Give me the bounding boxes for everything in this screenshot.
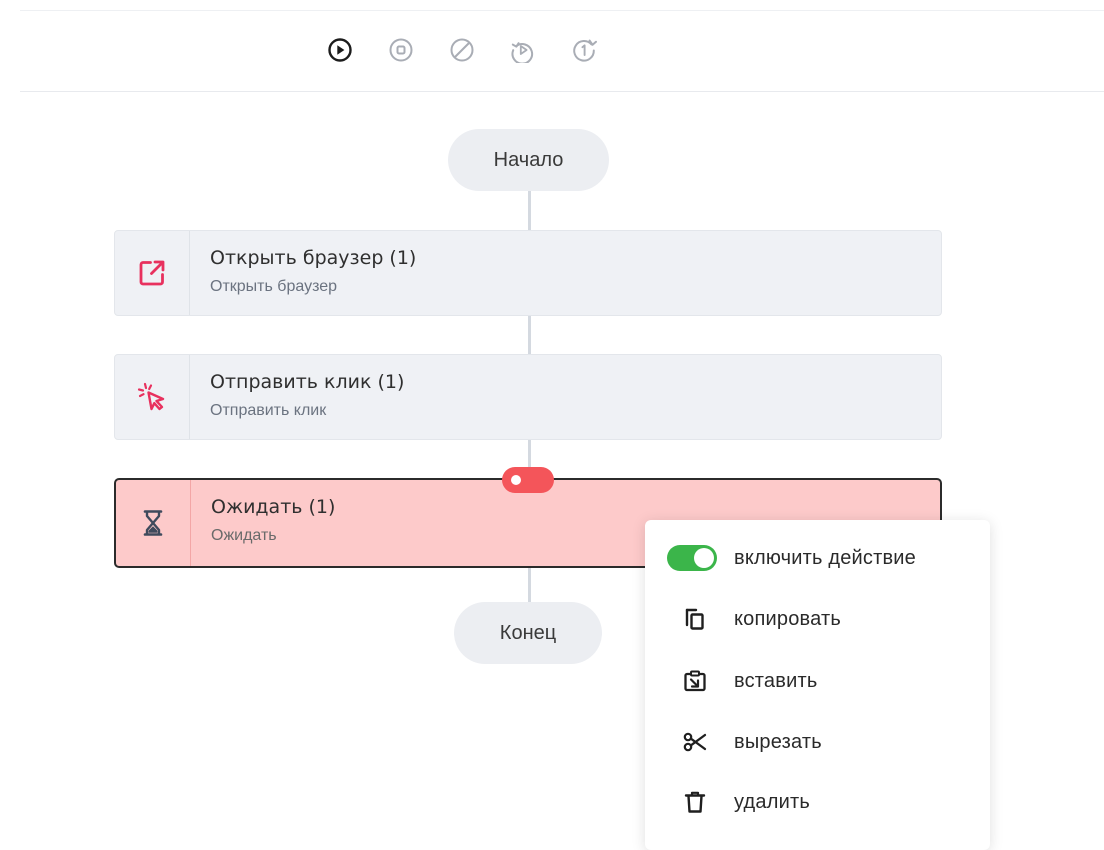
context-menu: включить действие копировать вставить вы… xyxy=(645,520,990,850)
menu-item-enable-action[interactable]: включить действие xyxy=(645,533,990,583)
action-node-send-click[interactable]: Отправить клик (1) Отправить клик xyxy=(114,354,942,440)
action-icon-cell xyxy=(115,355,190,439)
menu-item-label: вставить xyxy=(734,669,818,692)
hourglass-icon xyxy=(143,510,163,536)
stop-button[interactable] xyxy=(384,33,418,67)
connector-line xyxy=(528,316,531,354)
action-icon-cell xyxy=(116,480,191,566)
menu-item-label: вырезать xyxy=(734,730,822,753)
flow-start-node: Начало xyxy=(448,129,609,191)
toolbar-divider xyxy=(20,91,1104,92)
scissors-icon xyxy=(677,727,713,757)
top-divider xyxy=(20,10,1104,11)
menu-item-label: включить действие xyxy=(734,546,917,569)
action-icon-cell xyxy=(115,231,190,315)
switch-knob xyxy=(694,548,714,568)
click-cursor-icon xyxy=(137,382,165,411)
action-title: Отправить клик (1) xyxy=(210,371,405,393)
flow-end-node: Конец xyxy=(454,602,602,664)
copy-icon xyxy=(677,604,713,634)
repeat-one-icon xyxy=(573,39,597,62)
menu-item-delete[interactable]: удалить xyxy=(645,777,990,827)
action-text: Отправить клик (1) Отправить клик xyxy=(190,355,404,439)
menu-item-label: удалить xyxy=(734,790,810,813)
play-circle-icon xyxy=(328,38,352,62)
action-subtitle: Отправить клик xyxy=(210,402,327,419)
connector-line xyxy=(528,191,531,231)
action-disabled-toggle[interactable] xyxy=(502,467,554,493)
repeat-once-button[interactable] xyxy=(567,33,601,67)
action-title: Открыть браузер (1) xyxy=(210,247,417,269)
disable-button[interactable] xyxy=(445,33,479,67)
menu-item-cut[interactable]: вырезать xyxy=(645,717,990,767)
action-text: Ожидать (1) Ожидать xyxy=(191,480,335,566)
action-subtitle: Ожидать xyxy=(211,527,277,544)
trash-icon xyxy=(677,787,713,817)
action-subtitle: Открыть браузер xyxy=(210,278,338,295)
replay-button[interactable] xyxy=(506,33,540,67)
action-node-open-browser[interactable]: Открыть браузер (1) Открыть браузер xyxy=(114,230,942,316)
toggle-knob xyxy=(511,475,521,485)
run-toolbar xyxy=(323,33,601,67)
menu-item-paste[interactable]: вставить xyxy=(645,656,990,706)
action-title: Ожидать (1) xyxy=(211,496,336,518)
action-text: Открыть браузер (1) Открыть браузер xyxy=(190,231,416,315)
run-button[interactable] xyxy=(323,33,357,67)
open-external-icon xyxy=(139,260,165,286)
menu-item-label: копировать xyxy=(734,607,842,630)
stop-circle-icon xyxy=(389,38,413,62)
paste-icon xyxy=(677,666,713,696)
connector-line xyxy=(528,567,531,603)
replay-circle-icon xyxy=(511,42,534,63)
menu-item-copy[interactable]: копировать xyxy=(645,594,990,644)
toggle-switch-icon[interactable] xyxy=(667,545,717,571)
disable-circle-icon xyxy=(450,38,474,62)
